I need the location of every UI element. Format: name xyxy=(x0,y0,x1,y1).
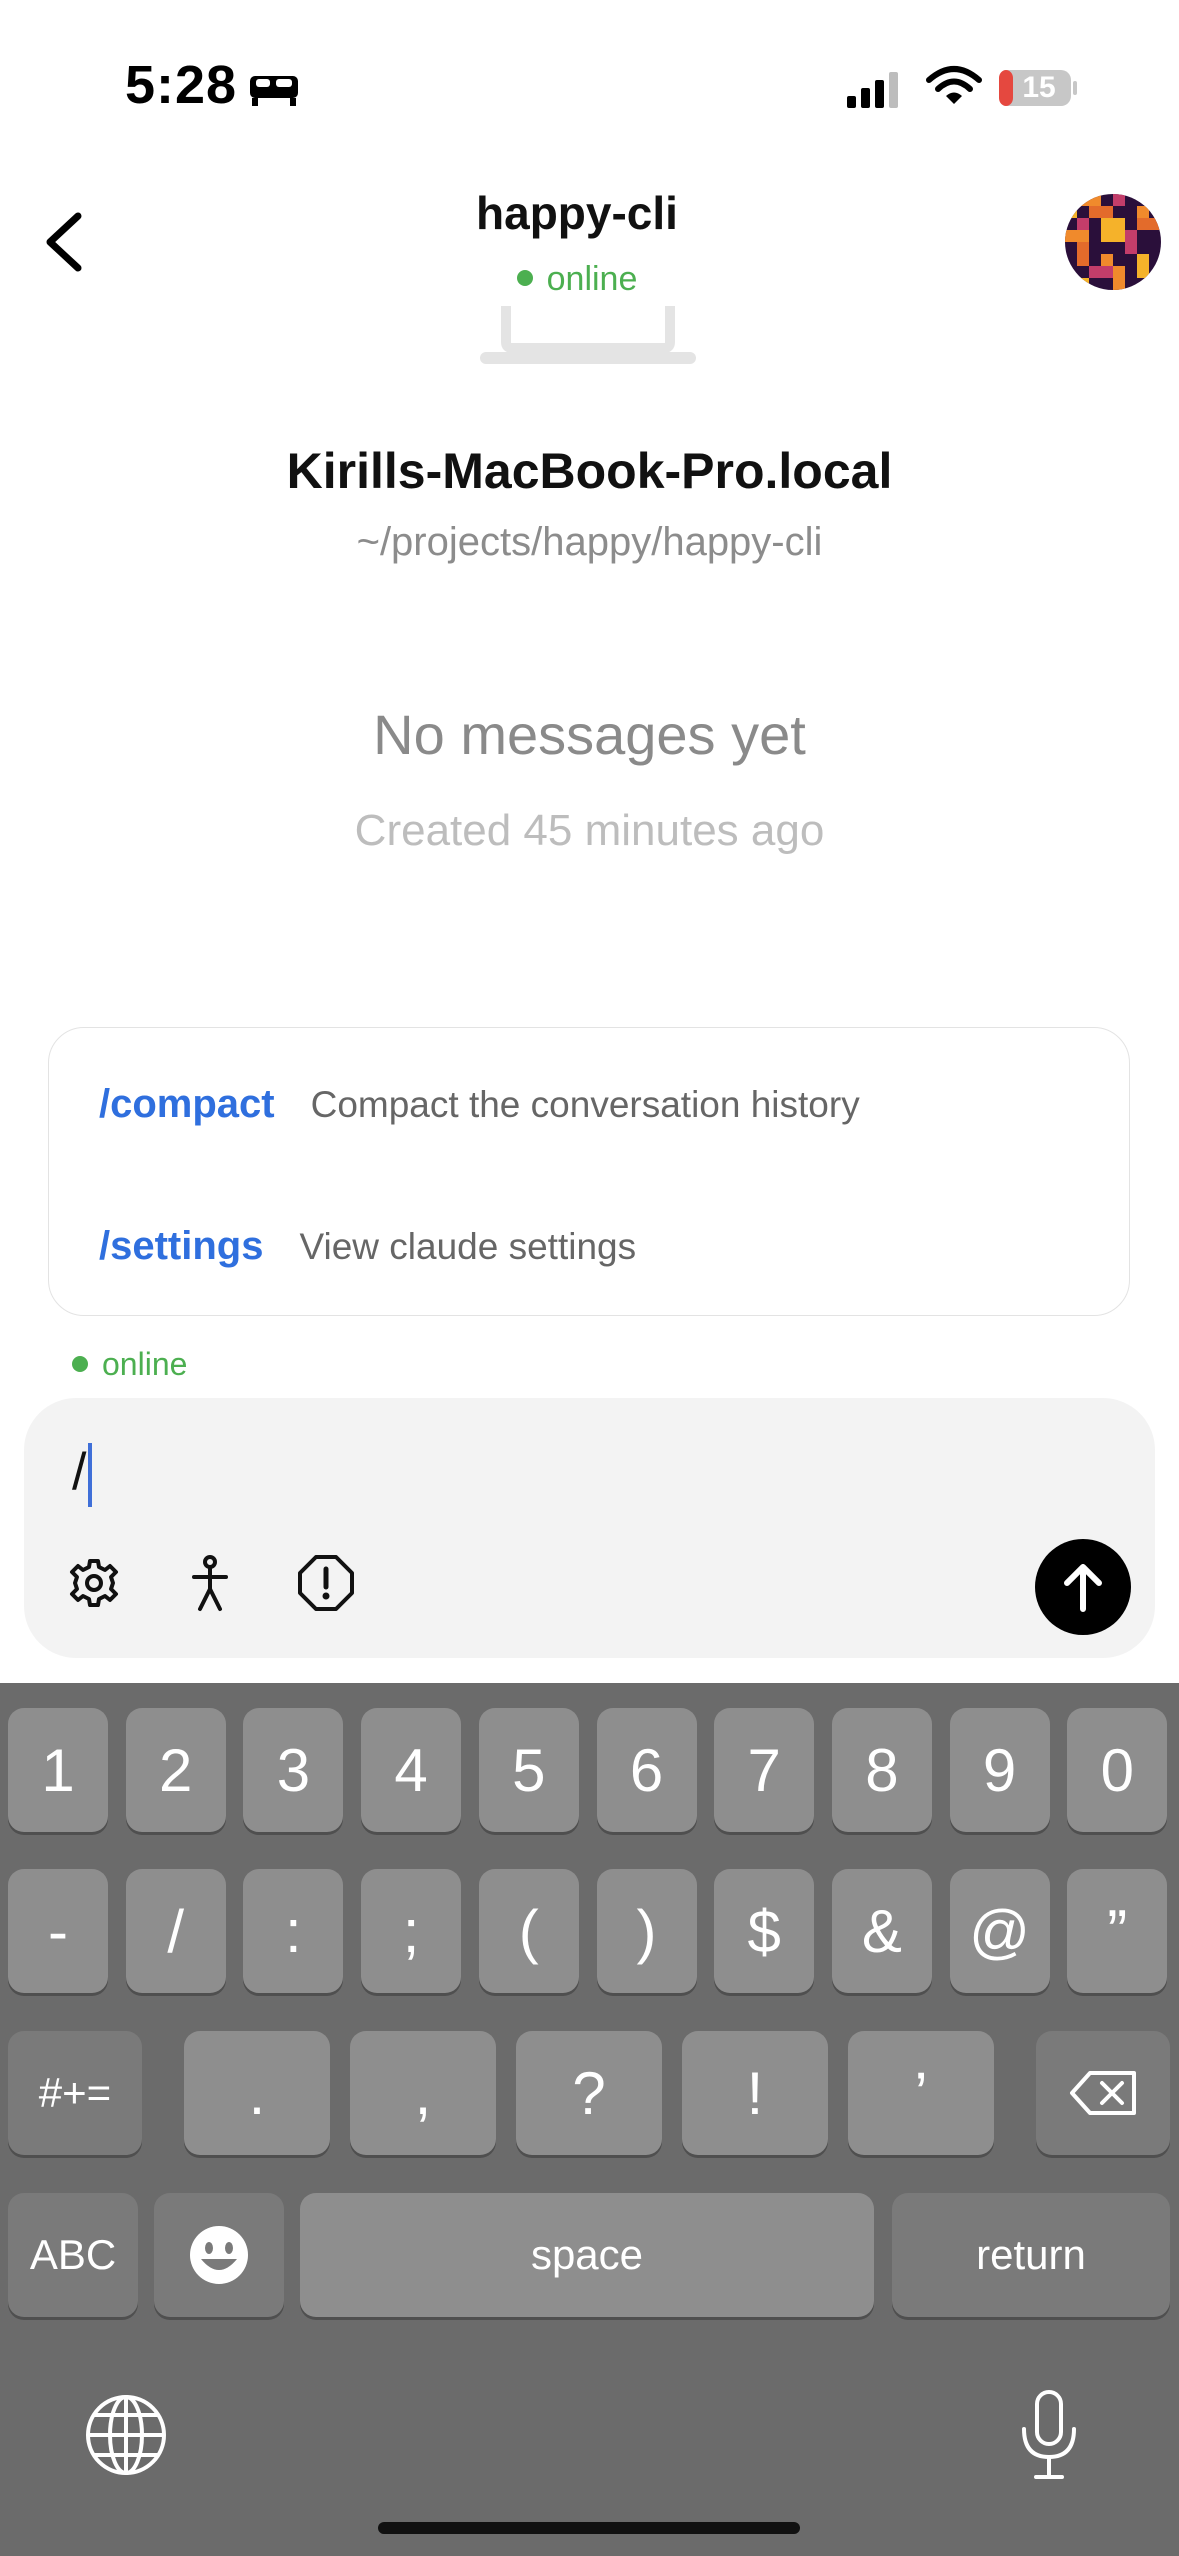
command-suggestions: /compact Compact the conversation history… xyxy=(48,1027,1130,1316)
status-time: 5:28 xyxy=(125,55,238,115)
microphone-icon[interactable] xyxy=(1018,2389,1080,2481)
key-shift-symbols[interactable]: #+= xyxy=(8,2031,142,2155)
backspace-key[interactable] xyxy=(1036,2031,1170,2155)
key[interactable]: 4 xyxy=(361,1708,462,1832)
machine-host: Kirills-MacBook-Pro.local xyxy=(286,443,893,499)
message-composer: / xyxy=(24,1398,1155,1658)
settings-gear-icon[interactable] xyxy=(64,1553,124,1613)
key[interactable]: 8 xyxy=(831,1708,932,1832)
key[interactable]: 2 xyxy=(125,1708,226,1832)
backspace-icon xyxy=(1070,2071,1136,2115)
key[interactable]: ) xyxy=(596,1869,697,1993)
send-arrow-icon xyxy=(1064,1564,1102,1612)
key-abc[interactable]: ABC xyxy=(8,2193,138,2317)
key[interactable]: ( xyxy=(478,1869,579,1993)
emoji-icon xyxy=(190,2226,248,2284)
suggestion-settings[interactable]: /settings View claude settings xyxy=(99,1224,636,1269)
key[interactable]: 3 xyxy=(243,1708,344,1832)
empty-state-subtitle: Created 45 minutes ago xyxy=(354,806,825,855)
bed-icon xyxy=(250,76,298,106)
key[interactable]: ’ xyxy=(848,2031,994,2155)
send-button[interactable] xyxy=(1035,1539,1131,1635)
header-status: online xyxy=(0,260,1154,299)
key[interactable]: , xyxy=(350,2031,496,2155)
connection-status-label: online xyxy=(102,1346,188,1382)
key[interactable]: ! xyxy=(682,2031,828,2155)
header-status-label: online xyxy=(546,260,638,298)
globe-icon[interactable] xyxy=(84,2393,168,2477)
battery-level: 15 xyxy=(1022,71,1056,104)
key[interactable]: 1 xyxy=(8,1708,108,1832)
command-name: /settings xyxy=(99,1224,264,1268)
message-input[interactable]: / xyxy=(72,1442,93,1508)
message-input-value: / xyxy=(72,1443,87,1501)
online-dot-icon xyxy=(72,1355,88,1372)
key[interactable]: ” xyxy=(1067,1869,1168,1993)
command-description: View claude settings xyxy=(299,1226,637,1267)
home-indicator xyxy=(378,2522,800,2534)
avatar[interactable] xyxy=(1065,194,1161,290)
person-icon[interactable] xyxy=(180,1553,240,1613)
laptop-icon xyxy=(480,306,696,364)
key[interactable]: . xyxy=(184,2031,330,2155)
online-dot-icon xyxy=(516,270,533,287)
key[interactable]: 0 xyxy=(1067,1708,1168,1832)
command-name: /compact xyxy=(99,1082,275,1126)
key[interactable]: $ xyxy=(714,1869,815,1993)
key[interactable]: & xyxy=(831,1869,932,1993)
return-key[interactable]: return xyxy=(892,2193,1170,2317)
key[interactable]: : xyxy=(243,1869,344,1993)
text-caret xyxy=(88,1443,93,1508)
key[interactable]: ? xyxy=(516,2031,662,2155)
command-description: Compact the conversation history xyxy=(310,1084,860,1125)
empty-state-title: No messages yet xyxy=(373,703,806,766)
key[interactable]: 9 xyxy=(949,1708,1050,1832)
key[interactable]: / xyxy=(125,1869,226,1993)
connection-status: online xyxy=(72,1346,187,1383)
battery-icon: 15 xyxy=(998,68,1078,108)
key[interactable]: 5 xyxy=(478,1708,579,1832)
key[interactable]: @ xyxy=(949,1869,1050,1993)
emoji-key[interactable] xyxy=(154,2193,284,2317)
signal-icon xyxy=(847,72,898,108)
key[interactable]: - xyxy=(8,1869,108,1993)
key[interactable]: 7 xyxy=(714,1708,815,1832)
alert-icon[interactable] xyxy=(296,1553,356,1613)
space-key[interactable]: space xyxy=(300,2193,874,2317)
session-title: happy-cli xyxy=(476,187,678,239)
key[interactable]: ; xyxy=(361,1869,462,1993)
suggestion-compact[interactable]: /compact Compact the conversation history xyxy=(99,1082,860,1127)
wifi-icon xyxy=(926,66,982,104)
keyboard: #+= . , ? ! ’ ABC space return 12345 6 7… xyxy=(0,1683,1179,2556)
key[interactable]: 6 xyxy=(596,1708,697,1832)
machine-path: ~/projects/happy/happy-cli xyxy=(356,520,823,564)
